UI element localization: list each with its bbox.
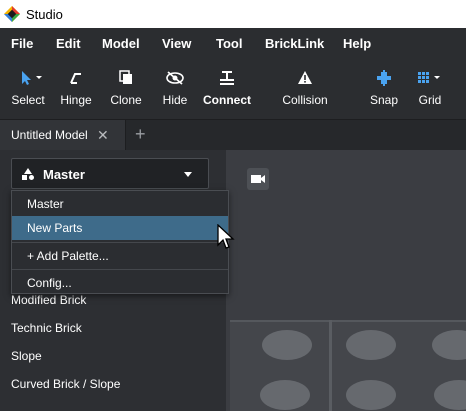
baseplate-edge [230,320,466,322]
grid-icon [418,72,440,83]
palette-option-master[interactable]: Master [12,192,228,216]
menu-bar: File Edit Model View Tool BrickLink Help [0,28,466,57]
clone-label: Clone [110,93,142,107]
category-curved-brick-slope[interactable]: Curved Brick / Slope [11,377,120,391]
tab-label: Untitled Model [11,128,88,142]
connect-label: Connect [203,93,251,107]
category-modified-brick[interactable]: Modified Brick [11,293,86,307]
mouse-cursor-icon [217,224,235,249]
menu-separator [12,269,228,270]
video-camera-icon [251,175,265,183]
clone-tool-button[interactable]: Clone [106,57,146,117]
option-label: New Parts [27,221,83,235]
hinge-icon [70,73,81,84]
plate-stud [262,330,312,360]
snap-magnet-icon [377,70,391,86]
config-option[interactable]: Config... [12,271,228,295]
palette-select[interactable]: Master [11,158,209,189]
window-title: Studio [26,6,63,22]
camera-button[interactable] [247,168,269,190]
palette-option-new-parts[interactable]: New Parts [12,216,228,240]
menu-help[interactable]: Help [343,36,371,51]
category-slope[interactable]: Slope [11,349,42,363]
baseplate-divider [329,320,332,411]
shapes-icon [22,168,34,180]
eye-slash-icon [166,71,184,85]
snap-label: Snap [369,93,399,107]
hinge-label: Hinge [60,93,92,107]
option-label: Config... [27,276,72,290]
add-tab-button[interactable]: + [135,124,146,145]
tab-untitled-model[interactable]: Untitled Model ✕ [0,120,126,150]
hide-label: Hide [162,93,188,107]
menu-view[interactable]: View [162,36,191,51]
plate-stud [346,330,396,360]
hinge-tool-button[interactable]: Hinge [56,57,96,117]
hide-tool-button[interactable]: Hide [155,57,195,117]
palette-select-value: Master [43,167,85,182]
option-label: + Add Palette... [27,249,109,263]
chevron-down-icon [184,172,192,177]
category-technic-brick[interactable]: Technic Brick [11,321,82,335]
connect-tool-button[interactable]: Connect [203,57,251,117]
menu-file[interactable]: File [11,36,33,51]
plate-stud [346,380,396,410]
toolbar: Select Hinge Clone Hide Connect Collisio… [0,57,466,120]
document-tab-bar: Untitled Model ✕ + [0,120,466,150]
select-tool-button[interactable]: Select [8,57,48,117]
clone-icon [119,70,132,84]
add-palette-option[interactable]: + Add Palette... [12,244,228,268]
snap-tool-button[interactable]: Snap [366,57,402,117]
grid-label: Grid [418,93,442,107]
option-label: Master [27,197,64,211]
grid-tool-button[interactable]: Grid [412,57,448,117]
title-bar: Studio [0,0,466,28]
palette-dropdown-menu: Master New Parts + Add Palette... Config… [11,190,229,294]
studio-app-icon [4,6,20,22]
plate-stud [260,380,310,410]
menu-edit[interactable]: Edit [56,36,81,51]
menu-model[interactable]: Model [102,36,140,51]
select-arrow-icon [22,71,42,85]
menu-bricklink[interactable]: BrickLink [265,36,324,51]
select-label: Select [11,93,45,107]
menu-tool[interactable]: Tool [216,36,242,51]
collision-label: Collision [282,93,328,107]
close-tab-icon[interactable]: ✕ [97,127,109,144]
collision-tool-button[interactable]: Collision [280,57,330,117]
connect-icon [220,71,234,85]
menu-separator [12,242,228,243]
warning-triangle-icon [298,71,312,84]
